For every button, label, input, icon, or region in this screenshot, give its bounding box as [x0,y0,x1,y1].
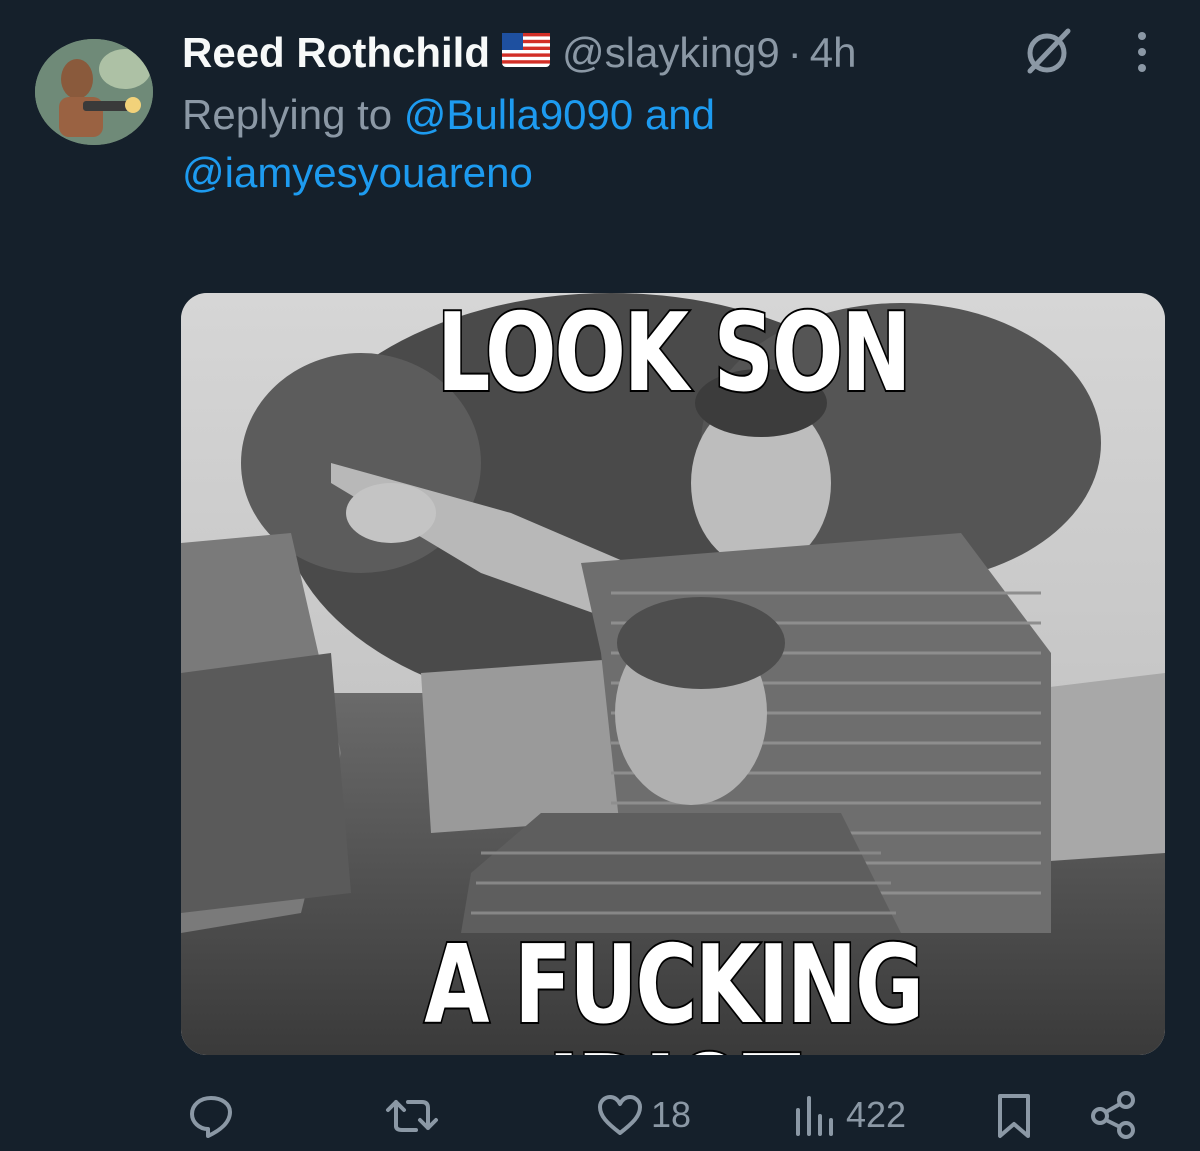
us-flag-icon [502,28,551,78]
more-options-icon[interactable] [1110,20,1174,84]
mention-bulla9090[interactable]: @Bulla9090 [404,91,633,138]
like-button[interactable]: 18 [595,1080,691,1150]
reply-icon [190,1096,232,1138]
avatar-image [35,39,153,145]
bookmark-button[interactable] [992,1080,1036,1150]
tweet-header: Reed Rothchild @slayking9 · 4h [182,28,856,78]
grok-icon[interactable] [1015,20,1079,84]
like-count: 18 [651,1094,692,1135]
author-name[interactable]: Reed Rothchild [182,28,490,78]
share-icon [1091,1091,1135,1139]
separator-dot: · [787,29,802,76]
author-handle[interactable]: @slayking9 [562,28,780,78]
meme-top-text: LOOK SON [435,293,913,416]
views-icon [796,1096,833,1136]
tweet-action-bar: 18 422 [0,1080,1200,1150]
replying-to: Replying to @Bulla9090 and @iamyesyouare… [182,86,882,202]
tweet-media-image[interactable]: LOOK SON A FUCKING IDIOT [181,293,1165,1055]
mention-iamyesyouareno[interactable]: @iamyesyouareno [182,149,533,196]
tweet-time[interactable]: 4h [810,28,857,78]
retweet-icon [386,1100,438,1132]
meme-bottom-text: A FUCKING IDIOT [423,923,926,1056]
reply-button[interactable] [186,1080,236,1150]
author-avatar[interactable] [35,39,153,145]
mention-conjunction[interactable]: and [645,91,715,138]
share-button[interactable] [1088,1080,1138,1150]
replying-prefix: Replying to [182,91,393,138]
bookmark-icon [998,1094,1030,1138]
views-button[interactable]: 422 [790,1080,906,1150]
heart-icon [598,1095,642,1135]
retweet-button[interactable] [384,1080,440,1150]
view-count: 422 [846,1094,907,1135]
